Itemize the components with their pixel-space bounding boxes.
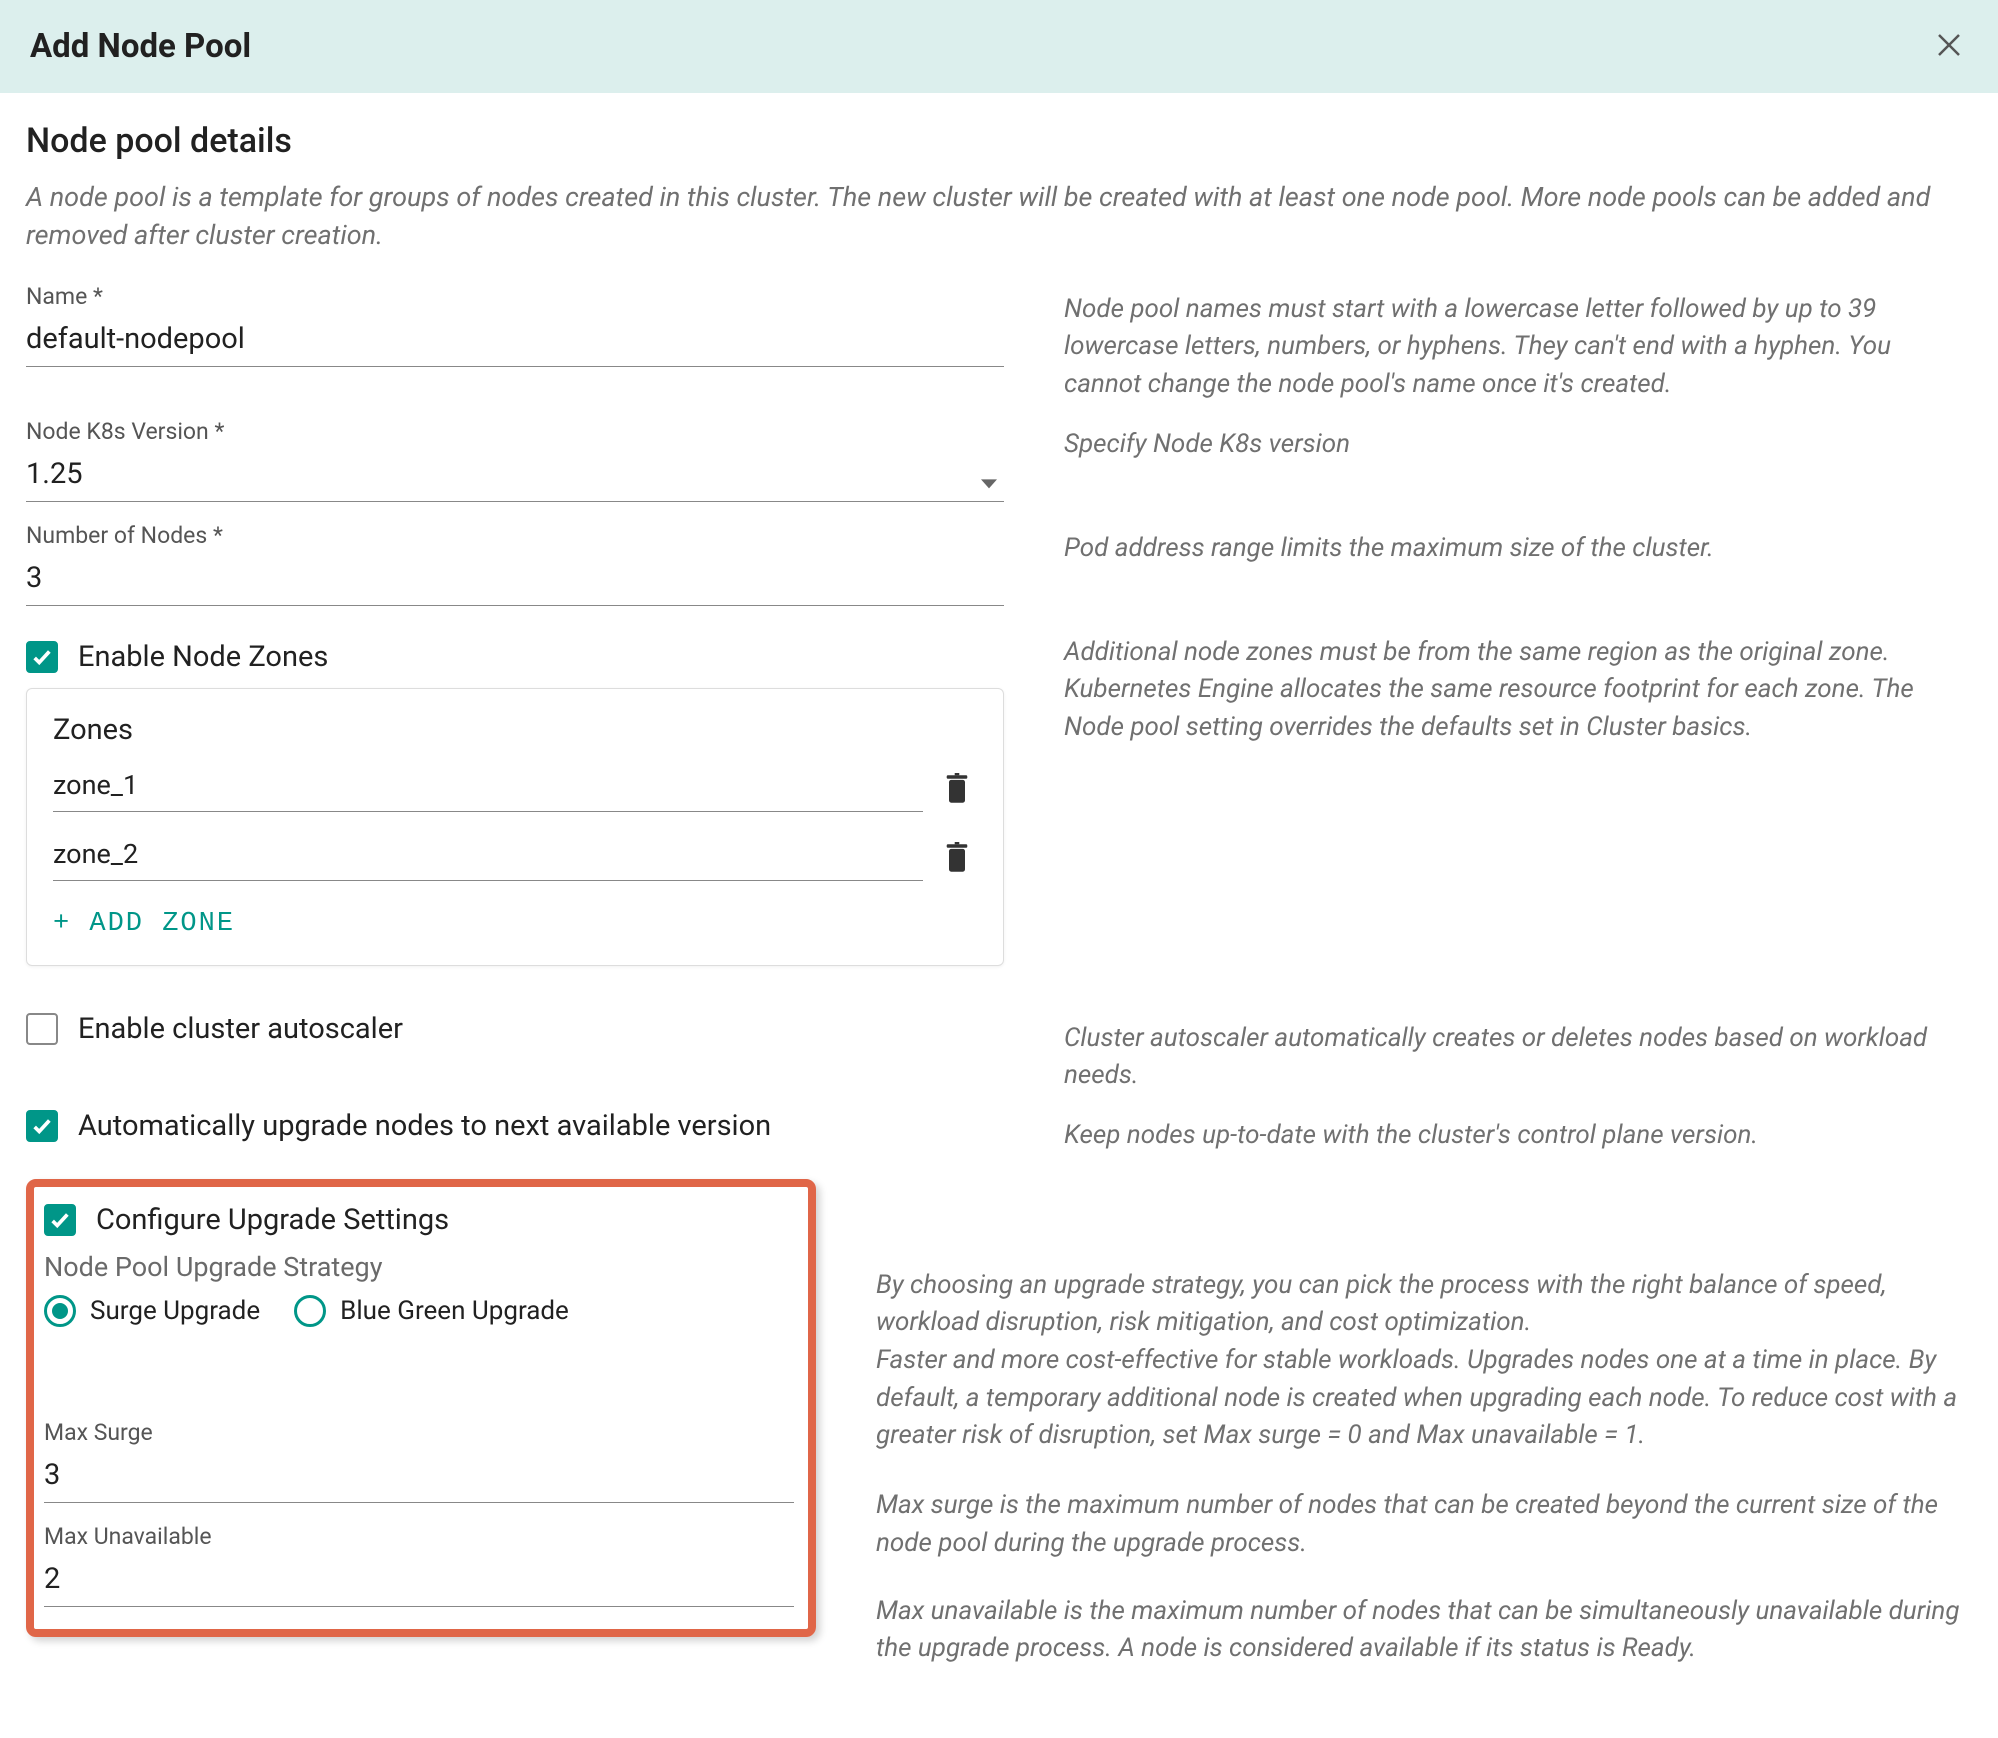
delete-zone-button[interactable] xyxy=(937,838,977,881)
zones-title: Zones xyxy=(53,713,977,747)
section-description: A node pool is a template for groups of … xyxy=(26,179,1972,255)
k8s-version-label: Node K8s Version * xyxy=(26,418,1004,445)
num-nodes-help: Pod address range limits the maximum siz… xyxy=(1064,522,1972,568)
radio-surge-upgrade[interactable]: Surge Upgrade xyxy=(44,1295,260,1327)
upgrade-settings-highlight: Configure Upgrade Settings Node Pool Upg… xyxy=(26,1179,816,1637)
max-unavailable-input[interactable] xyxy=(44,1554,794,1607)
max-surge-input[interactable] xyxy=(44,1450,794,1503)
max-unavailable-help: Max unavailable is the maximum number of… xyxy=(876,1593,1972,1668)
upgrade-strategy-help-2: Faster and more cost-effective for stabl… xyxy=(876,1342,1972,1455)
zones-panel: Zones + xyxy=(26,688,1004,966)
k8s-version-help: Specify Node K8s version xyxy=(1064,418,1972,464)
name-help: Node pool names must start with a lowerc… xyxy=(1064,283,1972,404)
max-surge-label: Max Surge xyxy=(44,1419,794,1446)
delete-zone-button[interactable] xyxy=(937,769,977,812)
zone-input[interactable] xyxy=(53,761,923,812)
name-label: Name * xyxy=(26,283,1004,310)
num-nodes-input[interactable] xyxy=(26,553,1004,606)
enable-autoscaler-label: Enable cluster autoscaler xyxy=(78,1012,403,1046)
close-button[interactable] xyxy=(1930,26,1968,67)
upgrade-strategy-help-1: By choosing an upgrade strategy, you can… xyxy=(876,1267,1972,1342)
max-surge-help: Max surge is the maximum number of nodes… xyxy=(876,1487,1972,1562)
dialog-header: Add Node Pool xyxy=(0,0,1998,93)
upgrade-strategy-heading: Node Pool Upgrade Strategy xyxy=(44,1251,794,1283)
max-unavailable-label: Max Unavailable xyxy=(44,1523,794,1550)
num-nodes-label: Number of Nodes * xyxy=(26,522,1004,549)
radio-bluegreen-upgrade[interactable]: Blue Green Upgrade xyxy=(294,1295,569,1327)
zone-row xyxy=(53,761,977,812)
enable-zones-help: Additional node zones must be from the s… xyxy=(1064,626,1972,747)
zone-row xyxy=(53,830,977,881)
enable-zones-checkbox[interactable] xyxy=(26,641,58,673)
enable-autoscaler-help: Cluster autoscaler automatically creates… xyxy=(1064,1012,1972,1095)
trash-icon xyxy=(943,793,971,808)
configure-upgrade-checkbox[interactable] xyxy=(44,1204,76,1236)
name-input[interactable] xyxy=(26,314,1004,367)
auto-upgrade-help: Keep nodes up-to-date with the cluster's… xyxy=(1064,1109,1972,1155)
k8s-version-select[interactable] xyxy=(26,449,1004,502)
configure-upgrade-label: Configure Upgrade Settings xyxy=(96,1203,449,1237)
trash-icon xyxy=(943,862,971,877)
section-title: Node pool details xyxy=(26,121,1972,161)
radio-surge-label: Surge Upgrade xyxy=(90,1296,260,1326)
enable-autoscaler-checkbox[interactable] xyxy=(26,1013,58,1045)
auto-upgrade-checkbox[interactable] xyxy=(26,1110,58,1142)
add-zone-button[interactable]: + Add Zone xyxy=(53,899,235,939)
close-icon xyxy=(1934,48,1964,63)
dialog-title: Add Node Pool xyxy=(30,27,251,66)
radio-bluegreen-label: Blue Green Upgrade xyxy=(340,1296,569,1326)
auto-upgrade-label: Automatically upgrade nodes to next avai… xyxy=(78,1109,771,1143)
zone-input[interactable] xyxy=(53,830,923,881)
enable-zones-label: Enable Node Zones xyxy=(78,640,328,674)
